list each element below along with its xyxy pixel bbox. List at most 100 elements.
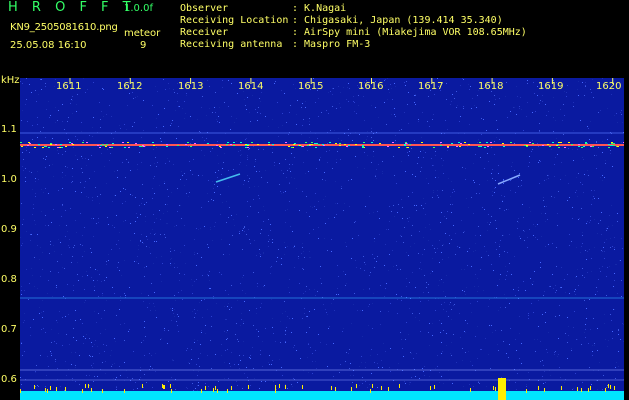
- noise-pixel: [587, 170, 588, 171]
- band-spike: [331, 386, 332, 390]
- noise-pixel: [285, 334, 286, 335]
- noise-pixel: [441, 323, 442, 324]
- band-spike: [493, 386, 494, 390]
- carrier-speck: [34, 147, 36, 148]
- noise-pixel: [425, 227, 426, 228]
- noise-pixel: [285, 342, 286, 343]
- noise-pixel: [554, 352, 555, 353]
- noise-pixel: [569, 245, 570, 246]
- carrier-speck: [458, 142, 460, 143]
- noise-pixel: [217, 186, 218, 187]
- noise-pixel: [432, 245, 433, 246]
- noise-pixel: [165, 237, 166, 238]
- noise-pixel: [248, 229, 249, 230]
- noise-pixel: [154, 176, 155, 177]
- noise-pixel: [506, 209, 507, 210]
- noise-pixel: [143, 301, 144, 302]
- noise-pixel: [443, 173, 444, 174]
- noise-pixel: [524, 231, 525, 232]
- noise-pixel: [500, 274, 501, 275]
- noise-pixel: [510, 111, 511, 112]
- noise-pixel: [45, 83, 46, 84]
- noise-pixel: [192, 293, 193, 294]
- noise-pixel: [207, 193, 208, 194]
- noise-pixel: [21, 120, 22, 121]
- carrier-speck: [371, 142, 373, 143]
- noise-pixel: [358, 95, 359, 96]
- noise-pixel: [242, 388, 243, 389]
- noise-pixel: [146, 382, 147, 383]
- noise-pixel: [421, 269, 422, 270]
- noise-pixel: [217, 121, 218, 122]
- noise-pixel: [355, 156, 356, 157]
- noise-pixel: [407, 143, 408, 144]
- noise-pixel: [480, 157, 481, 158]
- noise-pixel: [114, 171, 115, 172]
- noise-pixel: [423, 371, 424, 372]
- noise-pixel: [597, 350, 598, 351]
- noise-pixel: [494, 95, 495, 96]
- noise-pixel: [305, 107, 306, 108]
- noise-pixel: [442, 245, 443, 246]
- noise-pixel: [75, 352, 76, 353]
- noise-pixel: [479, 383, 480, 384]
- noise-pixel: [228, 186, 229, 187]
- noise-pixel: [278, 127, 279, 128]
- noise-pixel: [231, 352, 232, 353]
- noise-pixel: [175, 389, 176, 390]
- noise-pixel: [199, 302, 200, 303]
- noise-pixel: [408, 92, 409, 93]
- noise-pixel: [603, 247, 604, 248]
- noise-pixel: [101, 111, 102, 112]
- noise-pixel: [193, 390, 194, 391]
- noise-pixel: [211, 199, 212, 200]
- noise-pixel: [62, 154, 63, 155]
- noise-pixel: [81, 168, 82, 169]
- noise-pixel: [227, 330, 228, 331]
- noise-pixel: [303, 251, 304, 252]
- carrier-speck: [82, 142, 84, 143]
- noise-pixel: [461, 220, 462, 221]
- noise-pixel: [575, 294, 576, 295]
- noise-pixel: [156, 317, 157, 318]
- carrier-speck: [339, 143, 341, 144]
- noise-pixel: [441, 353, 442, 354]
- noise-pixel: [373, 151, 374, 152]
- noise-pixel: [389, 148, 390, 149]
- noise-pixel: [325, 309, 326, 310]
- noise-pixel: [317, 291, 318, 292]
- noise-pixel: [71, 99, 72, 100]
- noise-pixel: [37, 385, 38, 386]
- noise-pixel: [144, 374, 145, 375]
- noise-pixel: [487, 222, 488, 223]
- noise-pixel: [567, 85, 568, 86]
- noise-pixel: [40, 131, 41, 132]
- noise-pixel: [31, 268, 32, 269]
- noise-pixel: [474, 286, 475, 287]
- noise-pixel: [560, 377, 561, 378]
- noise-pixel: [65, 175, 66, 176]
- noise-pixel: [43, 311, 44, 312]
- noise-pixel: [405, 383, 406, 384]
- noise-pixel: [56, 320, 57, 321]
- carrier-speck: [55, 144, 57, 145]
- noise-pixel: [444, 216, 445, 217]
- noise-pixel: [610, 153, 611, 154]
- noise-pixel: [365, 381, 366, 382]
- noise-pixel: [68, 117, 69, 118]
- band-spike: [285, 385, 286, 389]
- noise-pixel: [590, 89, 591, 90]
- noise-pixel: [202, 137, 203, 138]
- noise-pixel: [309, 216, 310, 217]
- carrier-speck: [585, 142, 587, 143]
- noise-pixel: [62, 121, 63, 122]
- noise-pixel: [47, 293, 48, 294]
- noise-pixel: [543, 197, 544, 198]
- noise-pixel: [348, 129, 349, 130]
- noise-pixel: [184, 173, 185, 174]
- noise-pixel: [318, 238, 319, 239]
- noise-pixel: [351, 258, 352, 259]
- noise-pixel: [617, 213, 618, 214]
- noise-pixel: [247, 216, 248, 217]
- noise-pixel: [181, 171, 182, 172]
